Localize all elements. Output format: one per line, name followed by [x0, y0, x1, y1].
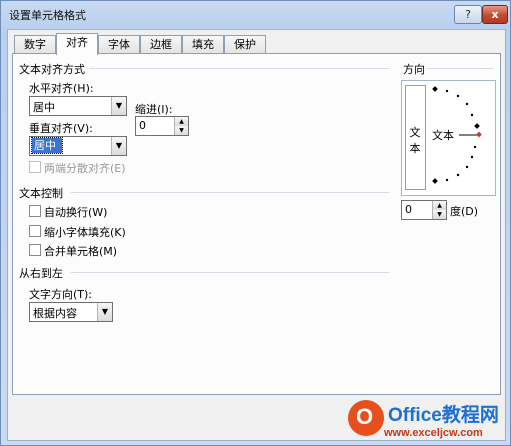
checkbox-box[interactable]	[29, 244, 41, 256]
text-direction-value: 根据内容	[33, 307, 77, 320]
degrees-value: 0	[405, 203, 412, 216]
merge-cells-label: 合并单元格(M)	[44, 245, 118, 258]
horizontal-alignment-value: 居中	[33, 101, 55, 114]
orientation-divider	[427, 68, 493, 69]
dialog-client-area: 数字 对齐 字体 边框 填充 保护 文本对齐方式 水平对齐(H): 居中 ▼ 缩…	[7, 29, 506, 441]
dialog-title: 设置单元格格式	[9, 9, 86, 22]
office-logo-icon: O	[348, 400, 384, 436]
vertical-text-char: 文	[409, 126, 421, 139]
help-button[interactable]: ?	[454, 5, 482, 24]
spin-down-icon[interactable]: ▼	[433, 210, 446, 219]
wrap-text-label: 自动换行(W)	[44, 206, 108, 219]
vertical-alignment-label: 垂直对齐(V):	[29, 122, 93, 135]
text-control-heading: 文本控制	[19, 187, 63, 200]
chevron-down-icon[interactable]: ▼	[111, 97, 126, 115]
tab-number[interactable]: 数字	[14, 35, 56, 54]
vertical-text-button[interactable]: 文 本	[405, 85, 426, 190]
right-to-left-divider	[71, 272, 389, 273]
vertical-alignment-select[interactable]: 居中 ▼	[29, 136, 127, 156]
format-cells-dialog: 设置单元格格式 ? x 数字 对齐 字体 边框 填充 保护 文本对齐方式 水平对…	[0, 0, 511, 446]
shrink-to-fit-label: 缩小字体填充(K)	[44, 226, 126, 239]
tab-font[interactable]: 字体	[98, 35, 140, 54]
tab-border[interactable]: 边框	[140, 35, 182, 54]
dial-text: 文本	[432, 128, 454, 142]
text-control-divider	[71, 192, 389, 193]
spin-up-icon[interactable]: ▲	[175, 117, 188, 126]
vertical-text-char: 本	[409, 142, 421, 155]
chevron-down-icon[interactable]: ▼	[111, 137, 126, 155]
close-button[interactable]: x	[482, 5, 508, 24]
checkbox-box[interactable]	[29, 161, 41, 173]
tab-protection[interactable]: 保护	[224, 35, 266, 54]
vertical-alignment-value: 居中	[31, 137, 63, 154]
text-alignment-divider	[89, 68, 389, 69]
text-direction-select[interactable]: 根据内容 ▼	[29, 302, 113, 322]
spin-down-icon[interactable]: ▼	[175, 126, 188, 135]
degrees-label: 度(D)	[450, 205, 479, 218]
indent-spin-buttons[interactable]: ▲ ▼	[174, 117, 188, 135]
text-direction-label: 文字方向(T):	[29, 288, 93, 301]
degrees-spinner[interactable]: 0 ▲ ▼	[401, 200, 447, 220]
text-alignment-heading: 文本对齐方式	[19, 63, 85, 76]
chevron-down-icon[interactable]: ▼	[97, 303, 112, 321]
watermark-url: www.exceljcw.com	[384, 427, 483, 439]
orientation-heading: 方向	[403, 63, 425, 76]
indent-label: 缩进(I):	[135, 103, 173, 116]
checkbox-box[interactable]	[29, 225, 41, 237]
degrees-spin-buttons[interactable]: ▲ ▼	[432, 201, 446, 219]
dial-marker[interactable]	[476, 131, 482, 138]
dial-graphic[interactable]: 文本	[426, 81, 496, 195]
checkbox-box[interactable]	[29, 205, 41, 217]
watermark: O Office教程网 www.exceljcw.com	[348, 398, 511, 446]
alignment-panel: 文本对齐方式 水平对齐(H): 居中 ▼ 缩进(I): 0 ▲ ▼ 垂直对齐(V…	[12, 53, 501, 395]
orientation-dial[interactable]: 文本	[426, 81, 496, 195]
spin-up-icon[interactable]: ▲	[433, 201, 446, 210]
distributed-justify-label: 两端分散对齐(E)	[44, 162, 126, 175]
horizontal-alignment-select[interactable]: 居中 ▼	[29, 96, 127, 116]
right-to-left-heading: 从右到左	[19, 267, 63, 280]
indent-value: 0	[139, 119, 146, 132]
indent-spinner[interactable]: 0 ▲ ▼	[135, 116, 189, 136]
title-bar[interactable]: 设置单元格格式 ? x	[1, 1, 510, 27]
watermark-brand: Office教程网	[388, 405, 499, 426]
orientation-box: 文 本 文本	[401, 80, 496, 196]
horizontal-alignment-label: 水平对齐(H):	[29, 82, 94, 95]
tab-fill[interactable]: 填充	[182, 35, 224, 54]
tab-alignment[interactable]: 对齐	[56, 33, 98, 55]
